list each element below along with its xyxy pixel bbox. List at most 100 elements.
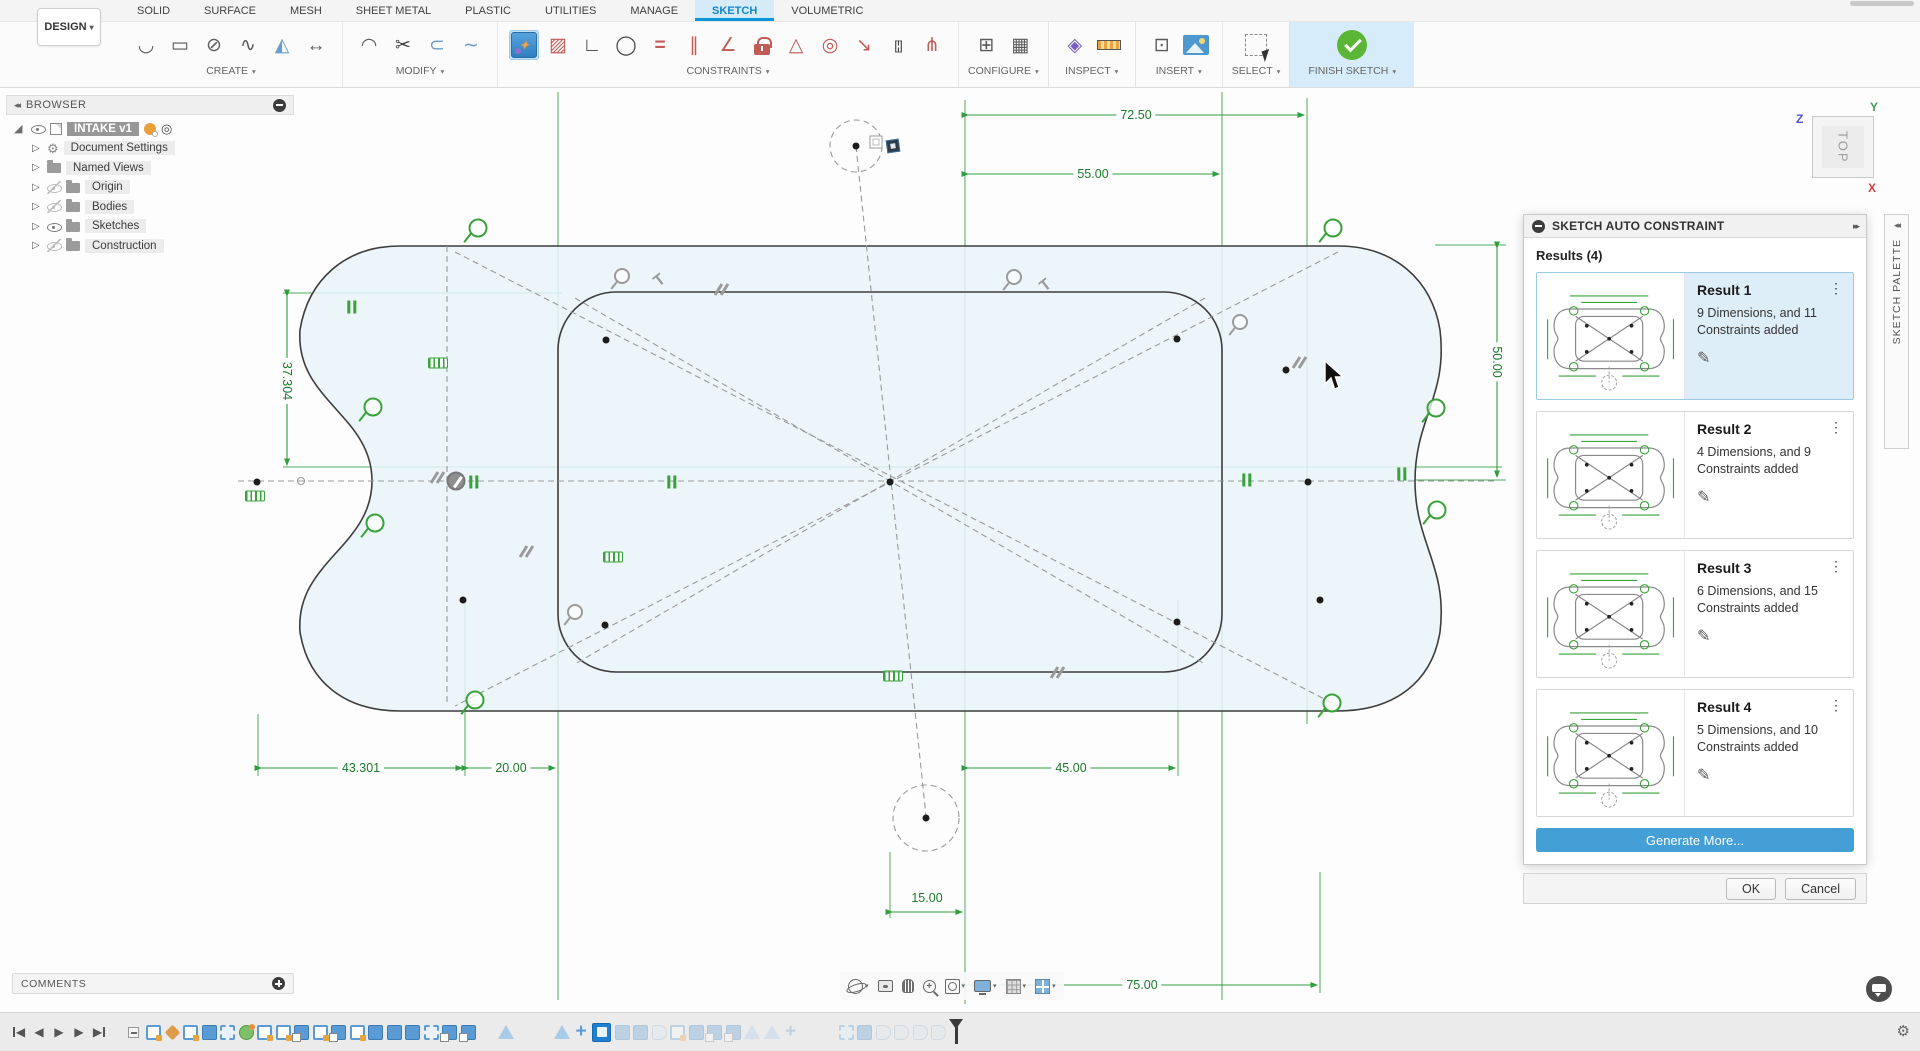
perpendicular-icon[interactable]: ∠ bbox=[713, 30, 743, 60]
zoom-icon[interactable] bbox=[923, 980, 936, 993]
tab-sheet-metal[interactable]: SHEET METAL bbox=[339, 0, 448, 21]
dimension-label[interactable]: 15.00 bbox=[907, 891, 946, 905]
expand-arrow-icon[interactable]: ▷ bbox=[32, 182, 42, 193]
dimension-label[interactable]: 43.301 bbox=[338, 761, 384, 775]
view-cube-face[interactable]: TOP bbox=[1812, 116, 1874, 178]
circ-gray-constraint-icon[interactable] bbox=[1006, 269, 1022, 285]
timeline-item-sketch[interactable] bbox=[276, 1025, 291, 1040]
timeline-item-active[interactable] bbox=[592, 1023, 611, 1042]
expand-arrow-icon[interactable]: ▷ bbox=[32, 240, 42, 251]
sketch-point[interactable] bbox=[1305, 479, 1312, 486]
sketch-point[interactable] bbox=[1317, 597, 1324, 604]
eye-off-icon[interactable] bbox=[47, 181, 61, 194]
step-forward-button[interactable]: ▶ bbox=[70, 1023, 88, 1041]
timeline-item-mirror[interactable] bbox=[744, 1025, 760, 1039]
concentric-icon[interactable]: ◎ bbox=[815, 30, 845, 60]
timeline-item-move[interactable] bbox=[783, 1025, 798, 1040]
ruler-constraint-icon[interactable] bbox=[245, 491, 265, 502]
timeline-item-copy[interactable] bbox=[331, 1025, 346, 1040]
auto-constraint-icon[interactable] bbox=[509, 30, 539, 60]
sketch-palette-tab[interactable]: ◂◂ SKETCH PALETTE bbox=[1884, 214, 1909, 449]
equal-icon[interactable]: = bbox=[645, 30, 675, 60]
toolbar-group-label-select[interactable]: SELECT▾ bbox=[1232, 63, 1281, 80]
result-card-2[interactable]: Result 2⋮4 Dimensions, and 9 Constraints… bbox=[1536, 411, 1854, 539]
edit-result-icon[interactable]: ✎ bbox=[1697, 348, 1710, 368]
generate-more-button[interactable]: Generate More... bbox=[1536, 828, 1854, 852]
expand-arrow-icon[interactable]: ▷ bbox=[32, 201, 42, 212]
dimension-label[interactable]: 37.304 bbox=[280, 358, 294, 404]
timeline-item-copy[interactable] bbox=[707, 1025, 722, 1040]
timeline-item-sketch[interactable] bbox=[350, 1025, 365, 1040]
sketch-point[interactable] bbox=[1174, 336, 1181, 343]
toolbar-group-label-modify[interactable]: MODIFY▾ bbox=[352, 63, 488, 80]
ruler-constraint-icon[interactable] bbox=[428, 358, 448, 369]
timeline-marker[interactable] bbox=[955, 1020, 958, 1044]
fit-curve-icon[interactable]: ∼ bbox=[456, 30, 486, 60]
cancel-button[interactable]: Cancel bbox=[1785, 878, 1856, 900]
workspace-selector[interactable]: DESIGN ▾ bbox=[37, 8, 101, 46]
timeline-item-round[interactable] bbox=[876, 1025, 891, 1040]
timeline-item-extrude[interactable] bbox=[689, 1025, 704, 1040]
ok-button[interactable]: OK bbox=[1726, 878, 1776, 900]
timeline-item-combine[interactable] bbox=[536, 1025, 551, 1040]
sketch-point[interactable] bbox=[254, 479, 261, 486]
eye-icon[interactable] bbox=[47, 220, 61, 233]
trim-icon[interactable]: ✂ bbox=[388, 30, 418, 60]
timeline-item-mirror[interactable] bbox=[498, 1025, 514, 1039]
step-back-button[interactable]: ◀ bbox=[30, 1023, 48, 1041]
feedback-bubble-icon[interactable] bbox=[1866, 976, 1892, 1002]
timeline-item-sketch[interactable] bbox=[183, 1025, 198, 1040]
tab-volumetric[interactable]: VOLUMETRIC bbox=[774, 0, 880, 21]
eye-off-icon[interactable] bbox=[47, 200, 61, 213]
result-menu-icon[interactable]: ⋮ bbox=[1829, 698, 1843, 713]
timeline-item-combine[interactable] bbox=[820, 1025, 835, 1040]
look-at-icon[interactable] bbox=[878, 980, 893, 992]
expand-icon[interactable]: ◢ bbox=[14, 122, 26, 135]
circle-icon[interactable]: ⊘ bbox=[199, 30, 229, 60]
display-settings-icon[interactable]: ▾ bbox=[974, 980, 997, 992]
result-menu-icon[interactable]: ⋮ bbox=[1829, 281, 1843, 296]
timeline-item-round[interactable] bbox=[894, 1025, 909, 1040]
result-card-1[interactable]: Result 1⋮9 Dimensions, and 11 Constraint… bbox=[1536, 272, 1854, 400]
timeline-item-extrude[interactable] bbox=[202, 1025, 217, 1040]
timeline-item-combine[interactable] bbox=[517, 1025, 532, 1040]
sketch-point[interactable] bbox=[887, 479, 894, 486]
horizontal-vertical-icon[interactable]: ∟ bbox=[577, 30, 607, 60]
sketch-point[interactable] bbox=[853, 143, 860, 150]
inspect-dimension-icon[interactable] bbox=[1094, 30, 1124, 60]
toolbar-group-label-configure[interactable]: CONFIGURE▾ bbox=[968, 63, 1039, 80]
pan-icon[interactable] bbox=[902, 979, 914, 993]
mirror-icon[interactable]: ◭ bbox=[267, 30, 297, 60]
timeline-collapse-icon[interactable] bbox=[128, 1027, 139, 1038]
dimension-label[interactable]: 72.50 bbox=[1116, 108, 1155, 122]
play-button[interactable]: ▶ bbox=[50, 1023, 68, 1041]
result-card-3[interactable]: Result 3⋮6 Dimensions, and 15 Constraint… bbox=[1536, 550, 1854, 678]
tab-surface[interactable]: SURFACE bbox=[187, 0, 273, 21]
finish-sketch-icon[interactable] bbox=[1337, 30, 1367, 60]
parallel-constraint-icon[interactable] bbox=[430, 470, 446, 486]
timeline-item-sketch[interactable] bbox=[257, 1025, 272, 1040]
scroll-pill[interactable] bbox=[1850, 1, 1914, 6]
dimension-label[interactable]: 45.00 bbox=[1051, 761, 1090, 775]
sketch-point[interactable] bbox=[1283, 367, 1290, 374]
tab-sketch[interactable]: SKETCH bbox=[695, 0, 774, 21]
timeline-item-pattern[interactable] bbox=[424, 1025, 439, 1040]
toolbar-group-label-constraints[interactable]: CONSTRAINTS▾ bbox=[507, 63, 949, 80]
view-cube[interactable]: Z Y X TOP bbox=[1812, 116, 1874, 178]
gear-icon[interactable]: ⚙ bbox=[1897, 1022, 1910, 1040]
timeline-item-extrude[interactable] bbox=[615, 1025, 630, 1040]
configure-feature-icon[interactable]: ⊞ bbox=[971, 30, 1001, 60]
tab-utilities[interactable]: UTILITIES bbox=[528, 0, 613, 21]
edit-result-icon[interactable]: ✎ bbox=[1697, 765, 1710, 785]
ruler-constraint-icon[interactable] bbox=[883, 671, 903, 682]
skip-start-button[interactable]: ◀ bbox=[10, 1023, 28, 1041]
tab-plastic[interactable]: PLASTIC bbox=[448, 0, 528, 21]
timeline-item-round[interactable] bbox=[652, 1025, 667, 1040]
tangent-constraint-icon[interactable] bbox=[366, 514, 385, 533]
edit-result-icon[interactable]: ✎ bbox=[1697, 626, 1710, 646]
comments-bar[interactable]: COMMENTS bbox=[12, 973, 294, 994]
timeline-item-combine[interactable] bbox=[802, 1025, 817, 1040]
timeline-item-move[interactable] bbox=[574, 1025, 589, 1040]
sketch-point[interactable] bbox=[602, 622, 609, 629]
tangent-constraint-icon[interactable] bbox=[469, 219, 488, 238]
